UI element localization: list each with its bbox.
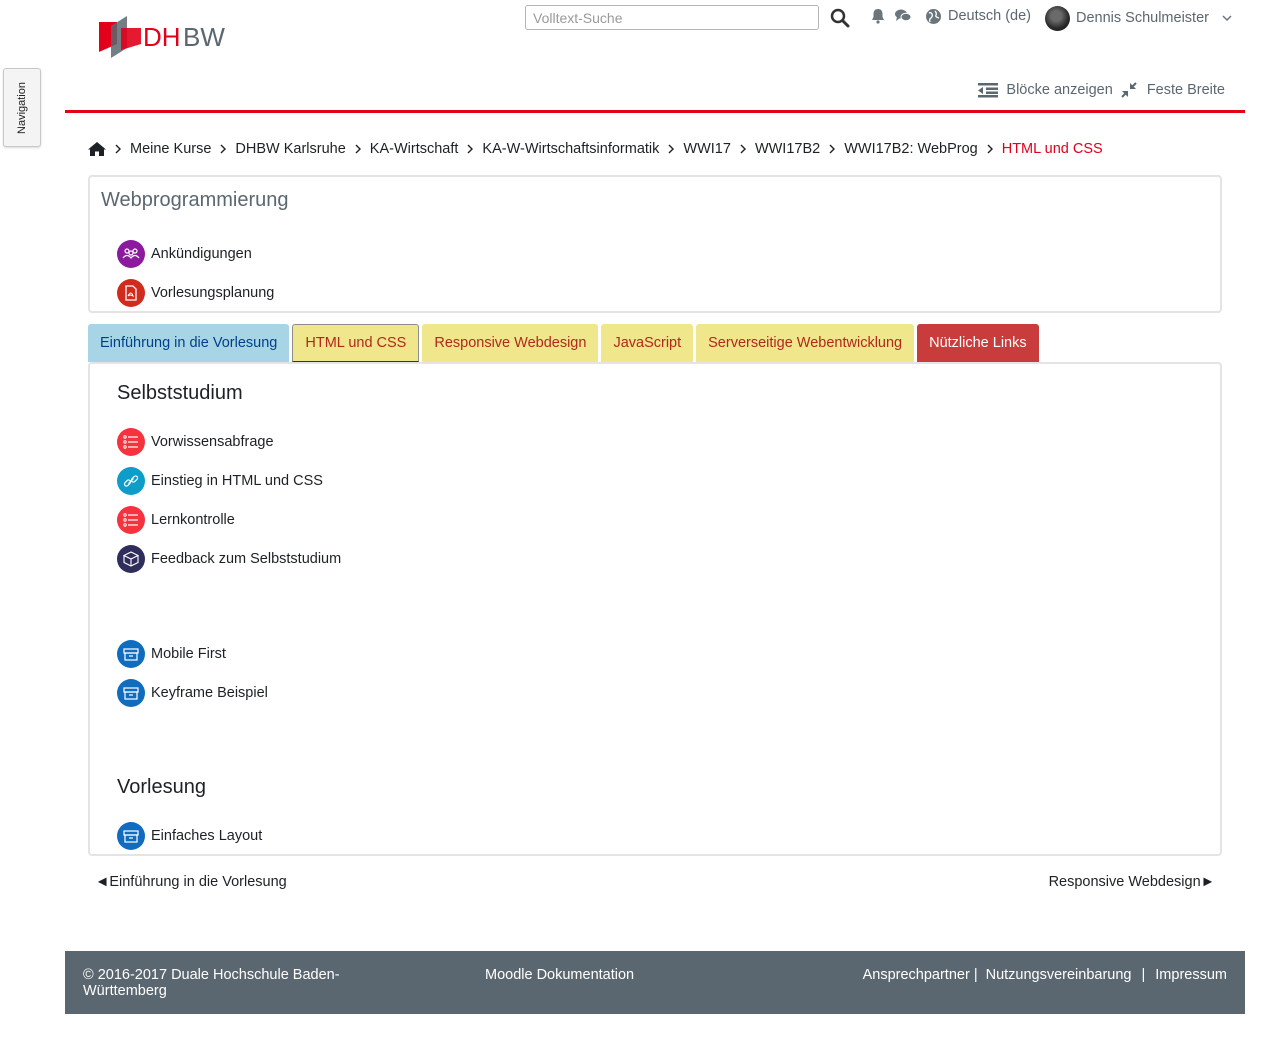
breadcrumb-current: HTML und CSS (1001, 141, 1103, 157)
feedback-icon (117, 545, 145, 573)
footer-separator: | (1141, 967, 1146, 983)
svg-text:DH: DH (143, 22, 181, 52)
contact-link[interactable]: Ansprechpartner | (863, 967, 978, 983)
prev-section-link[interactable]: ◄Einführung in die Vorlesung (95, 874, 287, 890)
breadcrumb-item[interactable]: KA-W-Wirtschaftsinformatik (482, 141, 659, 157)
chevron-right-icon (978, 144, 1002, 154)
navigation-label: Navigation (16, 81, 28, 134)
activity-item[interactable]: Feedback zum Selbststudium (117, 544, 341, 574)
imprint-link[interactable]: Impressum (1155, 967, 1227, 983)
next-section-link[interactable]: Responsive Webdesign► (1049, 874, 1215, 890)
copyright: © 2016-2017 Duale Hochschule Baden-Württ… (83, 967, 340, 999)
home-icon[interactable] (88, 141, 106, 157)
section-heading: Selbststudium (117, 382, 243, 404)
breadcrumb-item[interactable]: WWI17B2: WebProg (844, 141, 978, 157)
activity-item[interactable]: Einfaches Layout (117, 821, 262, 851)
activity-item[interactable]: Einstieg in HTML und CSS (117, 466, 323, 496)
tab-javascript[interactable]: JavaScript (601, 324, 694, 362)
search-icon[interactable] (829, 7, 851, 29)
header-divider (65, 110, 1245, 113)
chevron-right-icon (106, 144, 130, 154)
folder-icon (117, 640, 145, 668)
chevron-down-icon (1222, 15, 1232, 22)
activity-label: Vorlesungsplanung (151, 285, 275, 301)
bell-icon[interactable] (870, 8, 886, 24)
avatar (1045, 5, 1070, 31)
activity-label: Lernkontrolle (151, 512, 235, 528)
activity-label: Einfaches Layout (151, 828, 263, 844)
tab-serverside[interactable]: Serverseitige Webentwicklung (696, 324, 915, 362)
section-heading: Vorlesung (117, 776, 206, 798)
navigation-drawer-toggle[interactable]: Navigation (3, 68, 41, 147)
activity-item[interactable]: Keyframe Beispiel (117, 678, 268, 708)
show-blocks-button[interactable]: Blöcke anzeigen (1006, 82, 1112, 98)
activity-item[interactable]: Mobile First (117, 639, 226, 669)
language-menu[interactable]: Deutsch (de) (925, 6, 1031, 26)
user-name: Dennis Schulmeister (1076, 10, 1209, 26)
link-icon (117, 467, 145, 495)
blocks-icon[interactable] (978, 82, 999, 98)
tab-responsive[interactable]: Responsive Webdesign (422, 324, 599, 362)
pdf-icon (117, 279, 145, 307)
activity-item[interactable]: Lernkontrolle (117, 505, 235, 535)
quiz-icon (117, 428, 145, 456)
breadcrumb: Meine Kurse DHBW Karlsruhe KA-Wirtschaft… (88, 139, 1103, 159)
course-header-card: Webprogrammierung Ankündigungen Vorlesun… (88, 175, 1222, 313)
activity-label: Ankündigungen (151, 246, 252, 262)
activity-label: Keyframe Beispiel (151, 685, 268, 701)
activity-announcements[interactable]: Ankündigungen (117, 239, 252, 269)
section-tabs: Einführung in die Vorlesung HTML und CSS… (88, 324, 1039, 362)
tab-intro[interactable]: Einführung in die Vorlesung (88, 324, 290, 362)
svg-text:BW: BW (183, 22, 225, 52)
activity-label: Vorwissensabfrage (151, 434, 274, 450)
chevron-right-icon (820, 144, 844, 154)
section-content-card: Selbststudium Vorwissensabfrage Einstieg… (88, 362, 1222, 856)
footer: © 2016-2017 Duale Hochschule Baden-Württ… (65, 951, 1245, 1014)
activity-item[interactable]: Vorwissensabfrage (117, 427, 274, 457)
activity-label: Einstieg in HTML und CSS (151, 473, 323, 489)
tab-links[interactable]: Nützliche Links (917, 324, 1039, 362)
forum-icon (117, 240, 145, 268)
terms-link[interactable]: Nutzungsvereinbarung (986, 967, 1132, 983)
breadcrumb-item[interactable]: KA-Wirtschaft (370, 141, 459, 157)
folder-icon (117, 822, 145, 850)
course-title: Webprogrammierung (101, 189, 289, 211)
fixed-width-button[interactable]: Feste Breite (1147, 82, 1225, 98)
activity-label: Mobile First (151, 646, 226, 662)
quiz-icon (117, 506, 145, 534)
folder-icon (117, 679, 145, 707)
activity-label: Feedback zum Selbststudium (151, 551, 342, 567)
chevron-right-icon (731, 144, 755, 154)
chevron-right-icon (458, 144, 482, 154)
chevron-right-icon (346, 144, 370, 154)
language-label: Deutsch (de) (948, 8, 1032, 24)
breadcrumb-item[interactable]: DHBW Karlsruhe (235, 141, 345, 157)
user-menu[interactable]: Dennis Schulmeister (1045, 5, 1233, 31)
search-input[interactable] (525, 5, 819, 30)
compress-icon[interactable] (1121, 82, 1137, 98)
dhbw-logo[interactable]: DH BW (97, 14, 232, 60)
breadcrumb-item[interactable]: WWI17 (683, 141, 731, 157)
tab-html-css[interactable]: HTML und CSS (292, 324, 420, 362)
breadcrumb-item[interactable]: WWI17B2 (755, 141, 820, 157)
breadcrumb-item[interactable]: Meine Kurse (130, 141, 211, 157)
chevron-right-icon (659, 144, 683, 154)
activity-lecture-plan[interactable]: Vorlesungsplanung (117, 278, 274, 308)
globe-icon (926, 8, 941, 24)
chat-icon[interactable] (894, 8, 912, 24)
moodle-docs-link[interactable]: Moodle Dokumentation (485, 967, 634, 983)
chevron-right-icon (211, 144, 235, 154)
